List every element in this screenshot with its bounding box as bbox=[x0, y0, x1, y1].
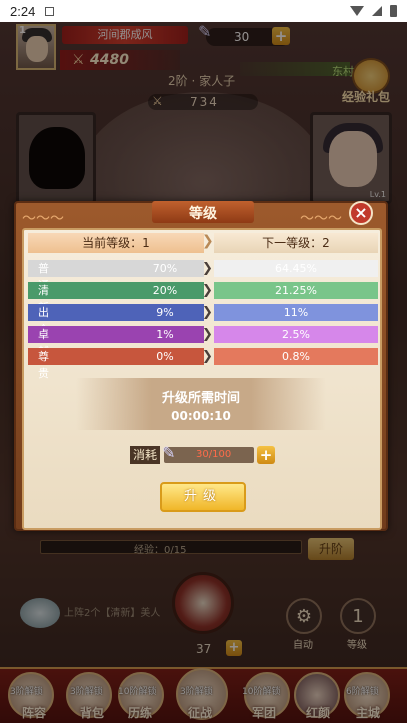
battery-icon bbox=[390, 5, 397, 17]
current-rate: 20% bbox=[152, 284, 178, 297]
next-rate-cell: 64.45% bbox=[214, 260, 378, 277]
chevron-right-icon: ❯ bbox=[202, 305, 213, 320]
next-rate: 0.8% bbox=[282, 350, 310, 363]
current-rate: 9% bbox=[156, 306, 174, 319]
status-time: 2:24 bbox=[10, 3, 36, 19]
current-level-header: 当前等级：1 bbox=[28, 233, 204, 253]
cost-value: 30/100 bbox=[196, 449, 232, 460]
upgrade-time-value: 00:00:10 bbox=[171, 409, 231, 423]
current-rate: 70% bbox=[152, 262, 178, 275]
next-rate: 64.45% bbox=[275, 262, 317, 275]
chevron-right-icon: ❯ bbox=[202, 349, 213, 364]
chevron-right-icon: ❯ bbox=[202, 261, 213, 276]
status-bar: 2:24 bbox=[0, 0, 407, 22]
chevron-right-icon: ❯ bbox=[202, 327, 213, 342]
cost-label: 消耗 bbox=[130, 446, 160, 464]
current-rate: 1% bbox=[156, 328, 174, 341]
upgrade-time-title: 升级所需时间 bbox=[161, 391, 240, 406]
signal-icon bbox=[372, 6, 382, 16]
close-button[interactable]: × bbox=[349, 201, 373, 225]
chevron-right-icon: ❯ bbox=[202, 283, 213, 298]
scroll-icon: ✎ bbox=[162, 443, 176, 462]
notification-icon bbox=[45, 6, 55, 16]
next-rate-cell: 0.8% bbox=[214, 348, 378, 365]
quality-name: 尊贵 bbox=[38, 350, 49, 380]
next-rate: 21.25% bbox=[275, 284, 317, 297]
current-rate: 0% bbox=[156, 350, 174, 363]
cloud-ornament-icon: ～～～ bbox=[22, 211, 64, 227]
close-icon: × bbox=[354, 203, 368, 222]
next-rate: 2.5% bbox=[282, 328, 310, 341]
next-rate-cell: 2.5% bbox=[214, 326, 378, 343]
next-rate: 11% bbox=[283, 306, 309, 319]
wifi-icon bbox=[350, 6, 364, 16]
chevron-right-icon: ❯ bbox=[202, 233, 214, 249]
next-rate-cell: 11% bbox=[214, 304, 378, 321]
dialog-title: 等级 bbox=[189, 206, 217, 222]
next-rate-cell: 21.25% bbox=[214, 282, 378, 299]
cost-add-button[interactable]: + bbox=[257, 446, 275, 464]
next-level-header: 下一等级：2 bbox=[214, 233, 378, 253]
upgrade-button[interactable]: 升级 bbox=[160, 482, 246, 512]
cloud-ornament-icon: ～～～ bbox=[300, 211, 342, 227]
